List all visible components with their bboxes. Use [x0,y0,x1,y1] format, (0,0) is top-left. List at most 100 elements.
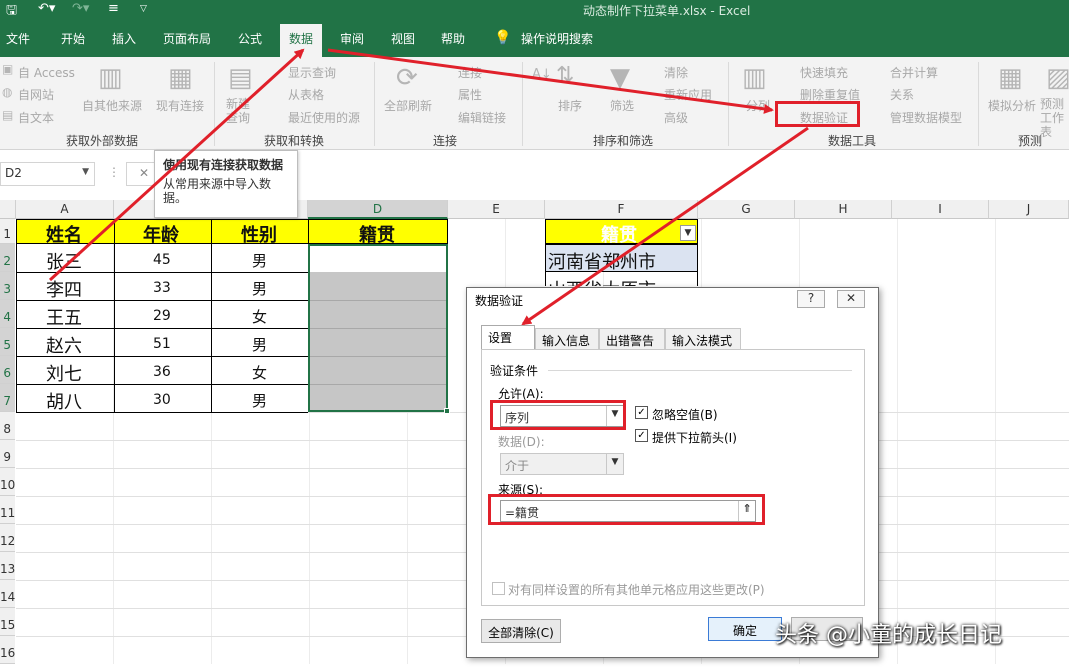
tab-formulas[interactable]: 公式 [238,30,262,47]
chevron-down-icon[interactable]: ▼ [82,167,89,177]
customize-menu-icon[interactable]: ≡ [108,1,119,16]
from-text-button[interactable]: 自文本 [18,109,54,126]
row-header-12[interactable]: 12 [0,524,15,552]
data-value: 介于 [505,459,530,473]
tab-error-alert[interactable]: 出错警告 [599,328,665,349]
select-all-corner[interactable] [0,200,16,219]
tab-home[interactable]: 开始 [61,30,85,47]
sort-button[interactable]: 排序 [558,97,582,114]
clear-all-button[interactable]: 全部清除(C) [481,619,561,643]
redo-icon[interactable]: ↷▾ [72,1,89,16]
highlight-allow [490,400,626,430]
what-if-button[interactable]: 模拟分析 [988,97,1036,114]
connections-button[interactable]: 连接 [458,64,482,81]
flash-fill-button[interactable]: 快速填充 [800,64,848,81]
existing-connections-icon: ▦ [168,63,193,93]
in-cell-dropdown-label: 提供下拉箭头(I) [652,431,737,445]
col-header-d[interactable]: D [308,200,448,219]
edit-links-button[interactable]: 编辑链接 [458,109,506,126]
new-query-icon: ▤ [228,63,253,93]
new-query-button[interactable]: 新建查询 [226,97,260,125]
filter-dropdown-icon[interactable]: ▼ [680,225,696,241]
row-header-6[interactable]: 6 [0,356,15,384]
tab-view[interactable]: 视图 [391,30,415,47]
row-header-15[interactable]: 15 [0,608,15,636]
row-header-13[interactable]: 13 [0,552,15,580]
col-header-f[interactable]: F [545,200,698,219]
row-header-5[interactable]: 5 [0,328,15,356]
sort-dialog-icon: ⇅ [556,63,575,88]
col-header-g[interactable]: G [698,200,795,219]
cell-name: 刘七 [46,364,82,385]
tab-input-message[interactable]: 输入信息 [535,328,599,349]
refresh-all-button[interactable]: 全部刷新 [384,97,432,114]
recent-sources-button[interactable]: 最近使用的源 [288,109,360,126]
col-header-j[interactable]: J [989,200,1069,219]
fill-handle[interactable] [444,408,450,414]
other-sources-icon: ▥ [98,63,123,93]
col-header-e[interactable]: E [448,200,545,219]
tooltip-body: 从常用来源中导入数据。 [163,177,272,205]
existing-connections-button[interactable]: 现有连接 [156,97,204,114]
show-queries-button[interactable]: 显示查询 [288,64,336,81]
group-label-forecast: 预测 [1018,134,1043,148]
properties-button[interactable]: 属性 [458,86,482,103]
from-access-button[interactable]: 自 Access [18,64,75,81]
tab-file[interactable]: 文件 [6,30,30,47]
col-header-h[interactable]: H [795,200,892,219]
ignore-blank-checkbox[interactable]: ✓ [635,406,648,419]
tell-me-search[interactable]: 操作说明搜索 [521,30,593,47]
ok-button[interactable]: 确定 [708,617,782,641]
row-header-3[interactable]: 3 [0,272,15,300]
relationships-button[interactable]: 关系 [890,86,914,103]
row-header-9[interactable]: 9 [0,440,15,468]
col-header-i[interactable]: I [892,200,989,219]
tab-insert[interactable]: 插入 [112,30,136,47]
row-header-16[interactable]: 16 [0,636,15,664]
col-header-a[interactable]: A [16,200,114,219]
tab-review[interactable]: 审阅 [340,30,364,47]
sort-az-icon[interactable]: A↓ [532,67,552,82]
row-header-7[interactable]: 7 [0,384,15,412]
reapply-button[interactable]: 重新应用 [664,86,712,103]
tab-help[interactable]: 帮助 [441,30,465,47]
undo-icon[interactable]: ↶▾ [38,1,55,16]
tab-data[interactable]: 数据 [280,24,323,57]
name-box-value: D2 [5,166,22,180]
row-header-8[interactable]: 8 [0,412,15,440]
from-web-button[interactable]: 自网站 [18,86,54,103]
active-cell-d2[interactable] [310,246,446,272]
cell-age: 36 [153,364,171,380]
other-sources-button[interactable]: 自其他来源 [82,97,142,114]
row-header-14[interactable]: 14 [0,580,15,608]
cell-gender: 女 [252,308,268,326]
row-header-10[interactable]: 10 [0,468,15,496]
help-button[interactable]: ? [797,290,825,308]
from-table-button[interactable]: 从表格 [288,86,324,103]
cancel-entry-button[interactable]: ✕ [126,162,156,186]
filter-button[interactable]: 筛选 [610,97,634,114]
row-header-4[interactable]: 4 [0,300,15,328]
refresh-all-icon: ⟳ [396,63,418,93]
tab-page-layout[interactable]: 页面布局 [163,30,211,47]
in-cell-dropdown-checkbox[interactable]: ✓ [635,429,648,442]
forecast-sheet-button[interactable]: 预测工作表 [1040,97,1069,139]
consolidate-button[interactable]: 合并计算 [890,64,938,81]
tab-settings[interactable]: 设置 [481,325,535,350]
row-header-11[interactable]: 11 [0,496,15,524]
name-box[interactable]: D2 ▼ [0,162,95,186]
clear-button[interactable]: 清除 [664,64,688,81]
advanced-button[interactable]: 高级 [664,109,688,126]
row-header-2[interactable]: 2 [0,244,15,272]
tooltip-title: 使用现有连接获取数据 [163,158,284,172]
close-icon: ✕ [139,166,150,180]
tab-ime-mode[interactable]: 输入法模式 [665,328,741,349]
text-to-columns-button[interactable]: 分列 [746,97,770,114]
data-validation-dialog: 数据验证 ? ✕ 设置 输入信息 出错警告 输入法模式 验证条件 允许(A): … [466,287,879,658]
manage-data-model-button[interactable]: 管理数据模型 [890,109,962,126]
qat-dropdown-icon[interactable]: ▽ [140,4,147,14]
close-button[interactable]: ✕ [837,290,865,308]
row-header-1[interactable]: 1 [0,219,15,244]
ignore-blank-label: 忽略空值(B) [652,408,718,422]
cell-age: 33 [153,280,171,296]
